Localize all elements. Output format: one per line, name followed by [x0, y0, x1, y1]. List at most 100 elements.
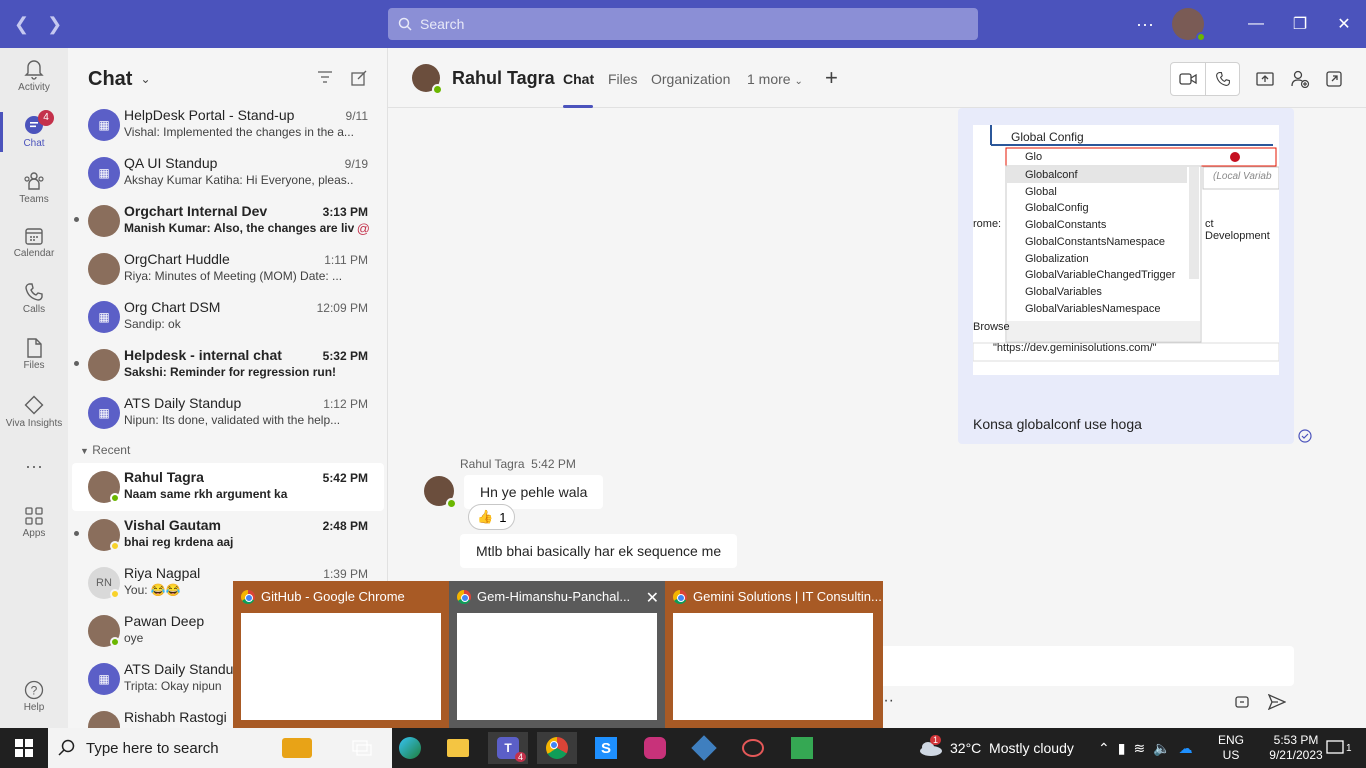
rail-more[interactable]: ···: [0, 456, 68, 477]
compose-box[interactable]: [868, 646, 1294, 686]
share-screen-icon[interactable]: [1256, 71, 1274, 87]
chat-time: 12:09 PM: [316, 301, 368, 315]
chat-preview: Manish Kumar: Also, the changes are liv.…: [124, 221, 354, 235]
tab-organization[interactable]: Organization: [651, 71, 730, 87]
rail-calendar[interactable]: Calendar: [0, 226, 68, 259]
chrome-taskbar-icon[interactable]: [537, 732, 577, 764]
rail-label: Files: [23, 360, 45, 371]
rail-help[interactable]: ? Help: [0, 680, 68, 713]
profile-avatar[interactable]: [1172, 8, 1206, 42]
search-placeholder: Search: [420, 16, 465, 32]
chrome-icon: [457, 589, 471, 604]
add-tab-icon[interactable]: +: [825, 65, 838, 91]
rail-chat[interactable]: 4 Chat: [0, 110, 68, 152]
chat-item[interactable]: Helpdesk - internal chat Sakshi: Reminde…: [68, 341, 387, 389]
sender-name: Rahul Tagra: [460, 457, 525, 471]
battery-icon[interactable]: ▮: [1118, 740, 1126, 757]
audio-call-icon[interactable]: [1205, 63, 1239, 95]
tab-more[interactable]: 1 more ⌄: [747, 71, 803, 87]
chat-item[interactable]: ▦ HelpDesk Portal - Stand-up Vishal: Imp…: [68, 101, 387, 149]
back-arrow-icon[interactable]: ❮: [14, 14, 29, 35]
clock[interactable]: 5:53 PM 9/21/2023: [1260, 728, 1332, 768]
chat-item[interactable]: ▦ ATS Daily Standup Nipun: Its done, val…: [68, 389, 387, 437]
tab-chat[interactable]: Chat: [563, 71, 594, 87]
forward-arrow-icon[interactable]: ❯: [47, 14, 62, 35]
weather-widget[interactable]: 1 32°C Mostly cloudy: [918, 728, 1074, 768]
sender-avatar[interactable]: [424, 476, 457, 509]
media-player-icon[interactable]: [782, 732, 822, 764]
wifi-icon[interactable]: ≋: [1133, 740, 1145, 757]
chat-preview: bhai reg krdena aaj: [124, 535, 234, 549]
suggestion-item: GlobalVariableChangedTrigger: [1025, 269, 1176, 282]
chat-item[interactable]: Vishal Gautam bhai reg krdena aaj 2:48 P…: [68, 511, 387, 559]
code-screenshot-image[interactable]: Global Config Glo (Local Variab rome: ct…: [973, 125, 1279, 375]
onedrive-icon[interactable]: ☁: [1179, 740, 1193, 757]
pop-out-icon[interactable]: [1326, 71, 1342, 87]
search-box[interactable]: Search: [388, 8, 978, 40]
teams-icon: [24, 172, 44, 190]
chat-preview: Riya: Minutes of Meeting (MOM) Date: ...: [124, 269, 343, 283]
chat-item[interactable]: ▦ Org Chart DSM Sandip: ok 12:09 PM: [68, 293, 387, 341]
wps-icon[interactable]: [635, 732, 675, 764]
edge-icon[interactable]: [390, 732, 430, 764]
notification-center-icon[interactable]: 1: [1326, 728, 1352, 768]
notification-count: 1: [1346, 742, 1352, 754]
minimize-icon[interactable]: —: [1234, 15, 1278, 33]
new-chat-icon[interactable]: [351, 70, 367, 86]
suggestion-item: GlobalVariablesNamespace: [1025, 302, 1161, 315]
chat-item[interactable]: Orgchart Internal Dev Manish Kumar: Also…: [68, 197, 387, 245]
reaction-badge[interactable]: 👍 1: [468, 504, 516, 530]
more-options-icon[interactable]: ···: [1136, 14, 1154, 35]
teams-taskbar-icon[interactable]: T 4: [488, 732, 528, 764]
filter-icon[interactable]: [317, 70, 333, 84]
chevron-up-icon[interactable]: ⌃: [1098, 740, 1110, 757]
contact-avatar[interactable]: [412, 64, 443, 95]
status-available-icon: [446, 498, 457, 509]
chat-item-active[interactable]: Rahul Tagra Naam same rkh argument ka 5:…: [72, 463, 384, 511]
rail-viva-insights[interactable]: Viva Insights: [0, 394, 68, 429]
rail-label: Help: [23, 702, 45, 713]
window-preview[interactable]: Gem-Himanshu-Panchal... ✕: [449, 581, 665, 728]
rail-label: Activity: [18, 82, 50, 93]
loop-icon[interactable]: [1234, 694, 1252, 710]
rail-label: Viva Insights: [5, 418, 63, 429]
language-indicator[interactable]: ENG US: [1218, 728, 1244, 768]
add-people-icon[interactable]: [1290, 70, 1310, 88]
rail-apps[interactable]: Apps: [0, 506, 68, 539]
rail-files[interactable]: Files: [0, 338, 68, 371]
chat-item[interactable]: OrgChart Huddle Riya: Minutes of Meeting…: [68, 245, 387, 293]
taskbar-search[interactable]: Type here to search: [48, 728, 392, 768]
chat-list-title: Chat: [88, 67, 133, 90]
title-bar: ❮ ❯ Search ··· — ❐ ✕: [0, 0, 1366, 48]
rail-activity[interactable]: Activity: [0, 58, 68, 93]
tab-files[interactable]: Files: [608, 71, 638, 87]
window-preview[interactable]: Gemini Solutions | IT Consultin...: [665, 581, 883, 728]
local-variable-hint: (Local Variab: [1213, 171, 1272, 182]
send-icon[interactable]: [1268, 694, 1286, 710]
snipping-tool-icon[interactable]: [733, 732, 773, 764]
volume-icon[interactable]: 🔈: [1153, 740, 1170, 757]
task-view-icon[interactable]: [342, 732, 382, 764]
sent-message[interactable]: Global Config Glo (Local Variab rome: ct…: [958, 108, 1294, 444]
rail-teams[interactable]: Teams: [0, 170, 68, 205]
chat-preview: Nipun: Its done, validated with the help…: [124, 413, 341, 427]
chevron-down-icon[interactable]: ⌄: [140, 72, 150, 86]
close-icon[interactable]: ✕: [646, 588, 659, 608]
received-message[interactable]: Mtlb bhai basically har ek sequence me: [460, 534, 738, 568]
chat-name: Org Chart DSM: [124, 299, 221, 315]
chat-item[interactable]: ▦ QA UI Standup Akshay Kumar Katiha: Hi …: [68, 149, 387, 197]
app-s-icon[interactable]: S: [586, 732, 626, 764]
region: US: [1222, 748, 1240, 762]
file-explorer-icon[interactable]: [438, 732, 478, 764]
restore-icon[interactable]: ❐: [1278, 14, 1322, 34]
close-icon[interactable]: ✕: [1322, 14, 1366, 34]
window-preview[interactable]: GitHub - Google Chrome: [233, 581, 449, 728]
recent-section-toggle[interactable]: ▼ Recent: [68, 437, 387, 463]
rail-calls[interactable]: Calls: [0, 282, 68, 315]
chat-time: 9/11: [345, 109, 368, 123]
video-call-icon[interactable]: [1171, 63, 1205, 95]
chat-preview: Sakshi: Reminder for regression run!: [124, 365, 337, 379]
windows-start-icon[interactable]: [15, 739, 33, 757]
chat-time: 9/19: [344, 157, 368, 171]
git-tool-icon[interactable]: [684, 732, 724, 764]
